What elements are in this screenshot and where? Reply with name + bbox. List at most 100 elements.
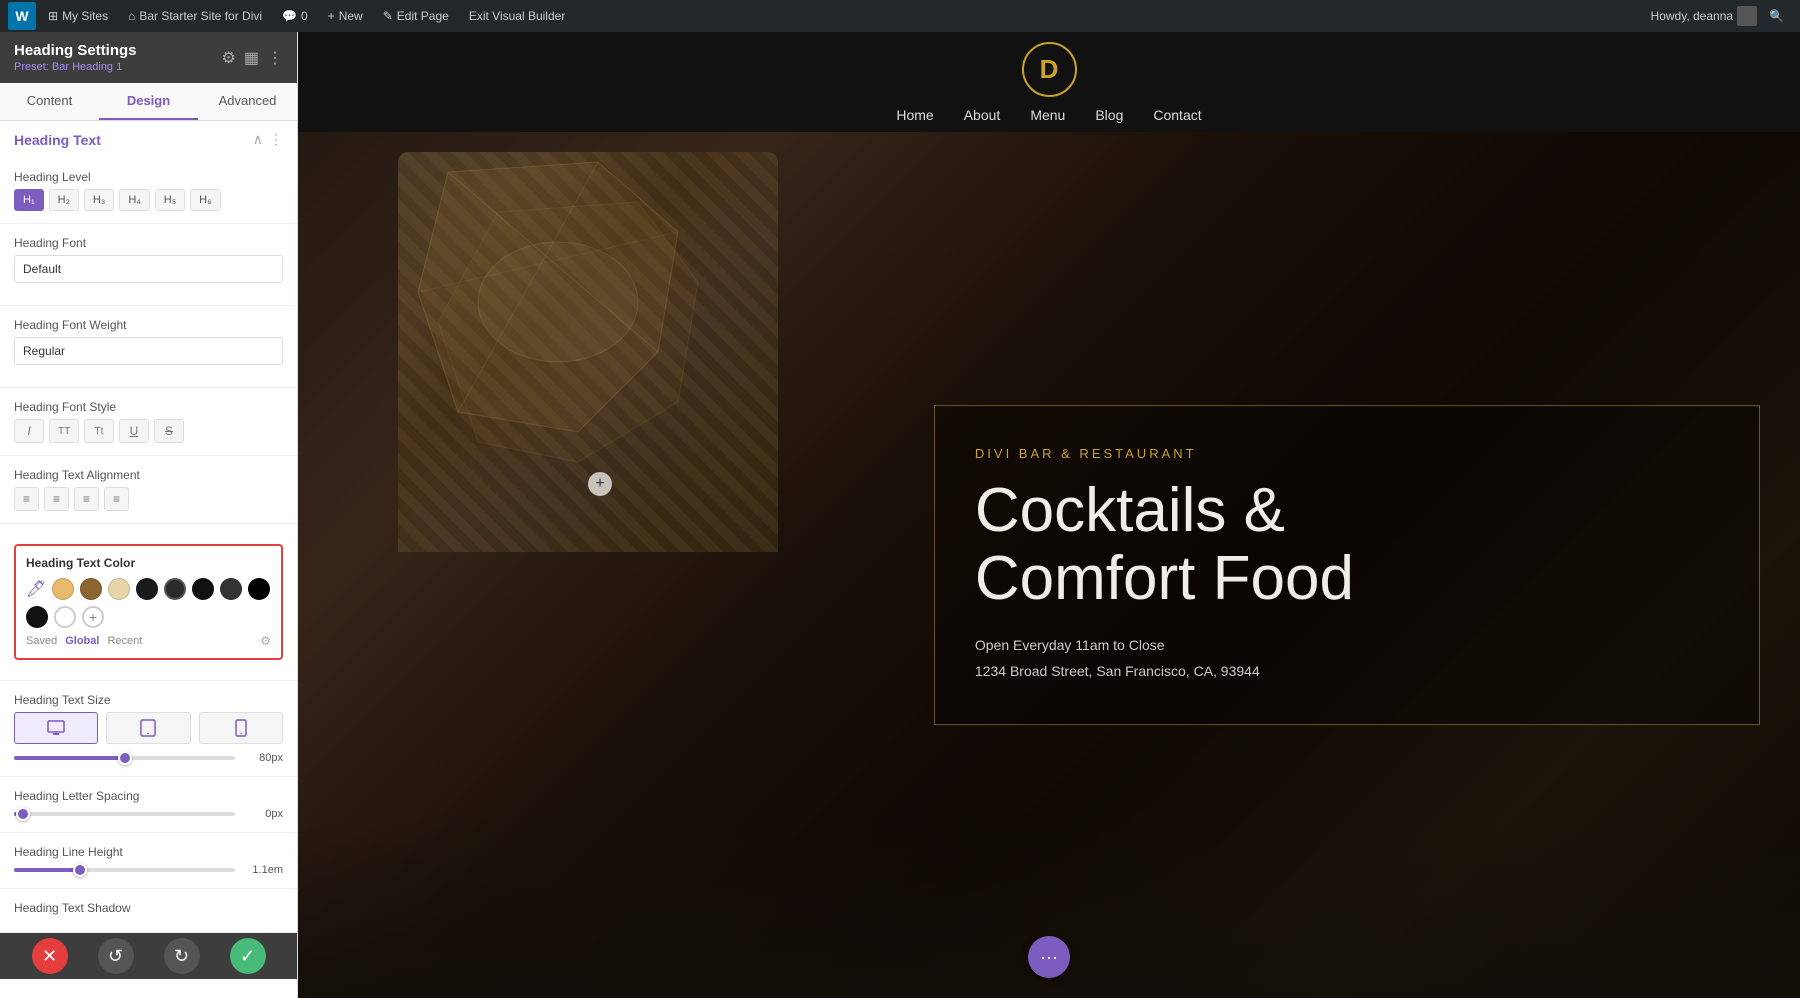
nav-links: Home About Menu Blog Contact <box>896 107 1201 123</box>
heading-font-weight-row: Heading Font Weight Regular <box>14 318 283 365</box>
size-tablet-button[interactable] <box>106 712 190 744</box>
eyedropper-icon[interactable]: 🖊 <box>26 579 46 599</box>
user-avatar-icon <box>1737 6 1757 26</box>
underline-button[interactable]: U <box>119 419 149 443</box>
my-sites-menu[interactable]: ⊞ My Sites <box>40 0 116 32</box>
tab-advanced[interactable]: Advanced <box>198 83 297 120</box>
heading-level-buttons: H₁ H₂ H₃ H₄ H₅ H₆ <box>14 189 283 211</box>
nav-link-about[interactable]: About <box>964 107 1001 123</box>
redo-button[interactable]: ↻ <box>164 938 200 974</box>
color-tab-saved[interactable]: Saved <box>26 635 57 647</box>
hero-subtitle: DIVI BAR & RESTAURANT <box>975 446 1719 461</box>
h5-button[interactable]: H₅ <box>155 189 185 211</box>
uppercase-button[interactable]: TT <box>49 419 79 443</box>
h4-button[interactable]: H₄ <box>119 189 149 211</box>
size-slider[interactable] <box>14 756 235 760</box>
line-height-slider[interactable] <box>14 868 235 872</box>
floating-action-button[interactable]: ··· <box>1028 936 1070 978</box>
cancel-button[interactable]: ✕ <box>32 938 68 974</box>
color-settings-icon[interactable]: ⚙ <box>260 634 271 648</box>
italic-button[interactable]: I <box>14 419 44 443</box>
h1-button[interactable]: H₁ <box>14 189 44 211</box>
heading-font-select[interactable]: Default <box>14 255 283 283</box>
letter-spacing-slider-row: 0px <box>14 808 283 820</box>
heading-text-size-section: Heading Text Size 80px <box>0 681 297 777</box>
color-tab-recent[interactable]: Recent <box>107 635 142 647</box>
heading-font-style-label: Heading Font Style <box>14 400 283 414</box>
color-swatch-dark5[interactable] <box>26 606 48 628</box>
panel-grid-icon[interactable]: ▦ <box>244 48 259 68</box>
capitalize-button[interactable]: Tt <box>84 419 114 443</box>
color-section-label: Heading Text Color <box>26 556 271 570</box>
hero-content-box: DIVI BAR & RESTAURANT Cocktails & Comfor… <box>934 405 1760 725</box>
color-swatch-gold[interactable] <box>52 578 74 600</box>
add-content-button[interactable]: + <box>588 472 612 496</box>
color-tab-global[interactable]: Global <box>65 635 99 647</box>
align-right-button[interactable]: ≡ <box>74 487 99 511</box>
edit-page-button[interactable]: ✎ Edit Page <box>375 0 457 32</box>
heading-font-row: Heading Font Default <box>14 236 283 283</box>
add-color-button[interactable]: + <box>82 606 104 628</box>
howdy-user[interactable]: Howdy, deanna 🔍 <box>1643 0 1792 32</box>
glass-svg <box>398 152 778 552</box>
comments-menu[interactable]: 💬 0 <box>274 0 316 32</box>
heading-font-label: Heading Font <box>14 236 283 250</box>
size-desktop-button[interactable] <box>14 712 98 744</box>
undo-button[interactable]: ↺ <box>98 938 134 974</box>
tab-design[interactable]: Design <box>99 83 198 120</box>
strikethrough-button[interactable]: S <box>154 419 184 443</box>
wp-logo-icon[interactable]: W <box>8 2 36 30</box>
color-filter-tabs: Saved Global Recent ⚙ <box>26 634 271 648</box>
exit-builder-label: Exit Visual Builder <box>469 9 566 23</box>
search-icon[interactable]: 🔍 <box>1769 9 1784 23</box>
comments-count: 0 <box>301 9 308 23</box>
comments-icon: 💬 <box>282 9 297 23</box>
section-header: Heading Text ∧ ⋮ <box>14 131 283 148</box>
align-center-button[interactable]: ≡ <box>44 487 69 511</box>
edit-page-label: Edit Page <box>397 9 449 23</box>
color-swatch-tan[interactable] <box>108 578 130 600</box>
heading-level-label: Heading Level <box>14 170 283 184</box>
color-swatch-white[interactable] <box>54 606 76 628</box>
align-left-button[interactable]: ≡ <box>14 487 39 511</box>
collapse-icon[interactable]: ∧ <box>253 131 263 148</box>
size-mobile-button[interactable] <box>199 712 283 744</box>
color-picker-box: Heading Text Color 🖊 + <box>14 544 283 660</box>
color-swatch-black[interactable] <box>248 578 270 600</box>
panel-tabs: Content Design Advanced <box>0 83 297 121</box>
panel-preset: Preset: Bar Heading 1 <box>14 61 137 73</box>
h6-button[interactable]: H₆ <box>190 189 220 211</box>
color-swatch-dark4[interactable] <box>220 578 242 600</box>
align-justify-button[interactable]: ≡ <box>104 487 129 511</box>
nav-link-contact[interactable]: Contact <box>1153 107 1201 123</box>
color-swatch-dark2[interactable] <box>164 578 186 600</box>
site-name-menu[interactable]: ⌂ Bar Starter Site for Divi <box>120 0 270 32</box>
line-height-value: 1.1em <box>243 864 283 876</box>
nav-link-blog[interactable]: Blog <box>1095 107 1123 123</box>
edit-icon: ✎ <box>383 9 393 23</box>
hero-title-text: Cocktails & Comfort Food <box>975 476 1354 613</box>
confirm-button[interactable]: ✓ <box>230 938 266 974</box>
new-content-button[interactable]: + New <box>320 0 371 32</box>
line-height-slider-row: 1.1em <box>14 864 283 876</box>
h2-button[interactable]: H₂ <box>49 189 79 211</box>
panel-more-icon[interactable]: ⋮ <box>267 48 283 68</box>
line-height-label: Heading Line Height <box>14 845 283 859</box>
panel-settings-icon[interactable]: ⚙ <box>222 48 236 68</box>
letter-spacing-slider[interactable] <box>14 812 235 816</box>
color-swatch-brown[interactable] <box>80 578 102 600</box>
heading-alignment-label: Heading Text Alignment <box>14 468 283 482</box>
exit-visual-builder-button[interactable]: Exit Visual Builder <box>461 0 574 32</box>
h3-button[interactable]: H₃ <box>84 189 114 211</box>
heading-font-weight-select[interactable]: Regular <box>14 337 283 365</box>
color-swatch-dark3[interactable] <box>192 578 214 600</box>
user-greeting: Howdy, deanna <box>1651 9 1734 23</box>
nav-link-menu[interactable]: Menu <box>1030 107 1065 123</box>
color-swatch-dark1[interactable] <box>136 578 158 600</box>
nav-link-home[interactable]: Home <box>896 107 933 123</box>
undo-icon: ↺ <box>108 946 123 967</box>
section-more-icon[interactable]: ⋮ <box>269 131 283 148</box>
panel-header-icons: ⚙ ▦ ⋮ <box>222 48 283 68</box>
tab-content[interactable]: Content <box>0 83 99 120</box>
size-value: 80px <box>243 752 283 764</box>
